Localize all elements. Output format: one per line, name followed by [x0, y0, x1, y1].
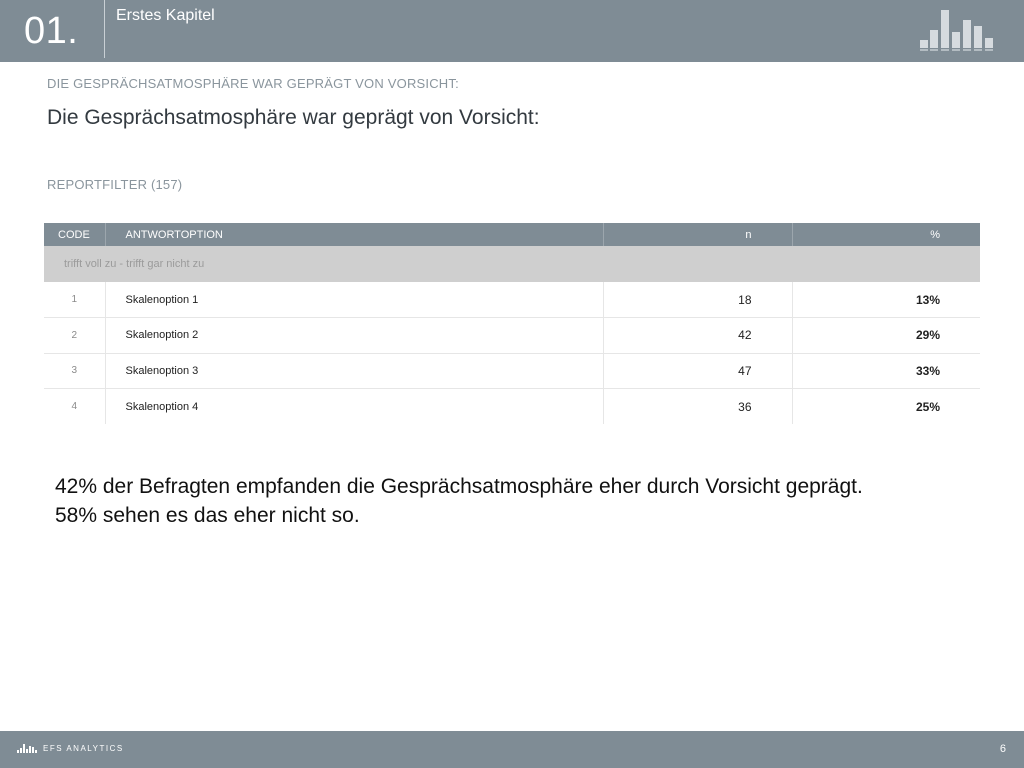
- row-code: 1: [44, 282, 106, 318]
- chapter-title: Erstes Kapitel: [116, 7, 215, 24]
- summary-line-2: 58% sehen es das eher nicht so.: [55, 504, 360, 527]
- row-code: 4: [44, 388, 106, 424]
- row-percent: 25%: [915, 399, 940, 414]
- report-filter-label: REPORTFILTER (157): [47, 177, 183, 192]
- row-n: 18: [603, 282, 793, 318]
- header-band: 01. Erstes Kapitel: [0, 0, 1024, 62]
- table-row: 3 Skalenoption 3 47 33%: [44, 353, 980, 389]
- column-header-code: CODE: [44, 223, 106, 246]
- chapter-number: 01.: [24, 10, 79, 52]
- row-percent: 13%: [792, 282, 980, 318]
- scale-label-row: trifft voll zu - trifft gar nicht zu: [44, 246, 980, 282]
- question-caps-label: DIE GESPRÄCHSATMOSPHÄRE WAR GEPRÄGT VON …: [47, 76, 459, 91]
- table-row: 4 Skalenoption 4 36 25%: [44, 388, 980, 424]
- row-percent: 33%: [792, 353, 980, 389]
- footer-band: EFS ANALYTICS 6: [0, 731, 1024, 768]
- scale-label: trifft voll zu - trifft gar nicht zu: [44, 246, 980, 282]
- question-title: Die Gesprächsatmosphäre war geprägt von …: [47, 106, 540, 129]
- summary-line-1: 42% der Befragten empfanden die Gespräch…: [55, 475, 863, 498]
- column-header-option: ANTWORTOPTION: [105, 223, 604, 246]
- row-n: 47: [603, 353, 793, 389]
- footer-brand: EFS ANALYTICS: [43, 744, 124, 753]
- row-option: Skalenoption 1: [105, 282, 604, 318]
- row-option: Skalenoption 3: [105, 353, 604, 389]
- table-row: 2 Skalenoption 2 42 29%: [44, 317, 980, 354]
- table-header-row: CODE ANTWORTOPTION n %: [44, 223, 980, 246]
- row-code: 2: [44, 317, 106, 354]
- row-n: 42: [603, 317, 793, 354]
- header-divider: [104, 0, 105, 58]
- column-header-n: n: [603, 223, 793, 246]
- column-header-percent: %: [792, 223, 980, 246]
- row-code: 3: [44, 353, 106, 389]
- row-option: Skalenoption 4: [105, 388, 604, 424]
- results-table: CODE ANTWORTOPTION n % trifft voll zu - …: [44, 223, 980, 424]
- table-row: 1 Skalenoption 1 18 13%: [44, 282, 980, 318]
- bar-chart-logo-icon: [17, 744, 37, 753]
- footer-logo: EFS ANALYTICS: [17, 744, 124, 753]
- row-percent: 29%: [792, 317, 980, 354]
- row-option: Skalenoption 2: [105, 317, 604, 354]
- row-n: 36: [603, 388, 793, 424]
- summary-text: 42% der Befragten empfanden die Gespräch…: [55, 472, 975, 530]
- bar-chart-logo-icon: [920, 10, 993, 51]
- page-number: 6: [999, 743, 1006, 755]
